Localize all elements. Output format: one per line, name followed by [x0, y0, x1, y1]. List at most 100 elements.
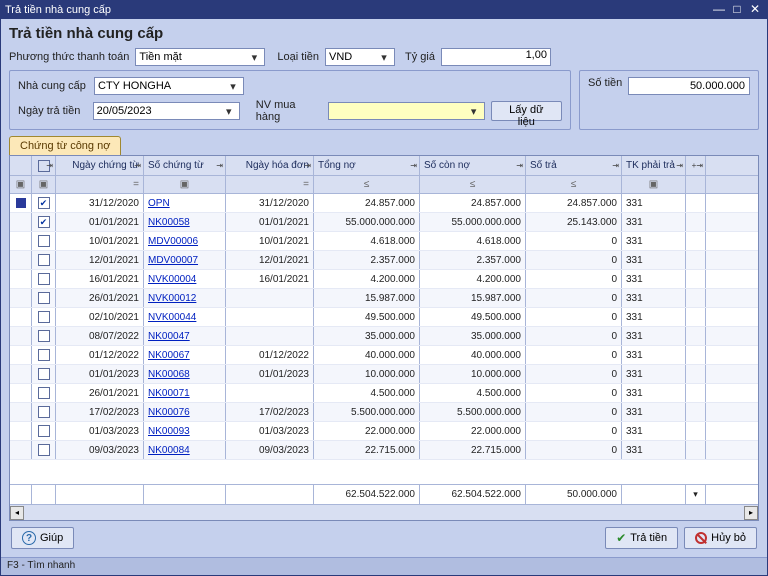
close-icon[interactable]: ✕	[747, 3, 763, 17]
table-row[interactable]: 17/02/2023NK0007617/02/20235.500.000.000…	[10, 403, 758, 422]
cell-doc-no[interactable]: NVK00012	[144, 289, 226, 307]
row-checkbox[interactable]	[38, 387, 50, 399]
cell-doc-no[interactable]: NK00076	[144, 403, 226, 421]
filter-op[interactable]: ▣	[32, 176, 56, 193]
row-checkbox[interactable]	[38, 235, 50, 247]
scroll-right-icon[interactable]: ▸	[744, 506, 758, 520]
row-checkbox[interactable]	[38, 273, 50, 285]
scroll-left-icon[interactable]: ◂	[10, 506, 24, 520]
row-checkbox[interactable]	[38, 292, 50, 304]
cell-doc-date: 10/01/2021	[56, 232, 144, 250]
filter-op[interactable]: ▣	[144, 176, 226, 193]
cell-pay: 0	[526, 365, 622, 383]
totals-row: 62.504.522.000 62.504.522.000 50.000.000…	[10, 484, 758, 504]
col-total-debt[interactable]: Tổng nợ⇥	[314, 156, 420, 175]
cell-pay: 0	[526, 270, 622, 288]
cell-doc-no[interactable]: NK00058	[144, 213, 226, 231]
rate-input[interactable]: 1,00	[441, 48, 551, 66]
table-row[interactable]: 12/01/2021MDV0000712/01/20212.357.0002.3…	[10, 251, 758, 270]
app-window: Trả tiền nhà cung cấp — □ ✕ Trả tiền nhà…	[0, 0, 768, 576]
cell-doc-no[interactable]: NK00084	[144, 441, 226, 459]
purchaser-select[interactable]: ▾	[328, 102, 485, 120]
row-selector-icon	[16, 198, 26, 208]
row-checkbox[interactable]	[38, 368, 50, 380]
help-icon: ?	[22, 531, 36, 545]
cell-remain-debt: 4.500.000	[420, 384, 526, 402]
row-checkbox[interactable]	[38, 254, 50, 266]
row-checkbox[interactable]	[38, 349, 50, 361]
cancel-label: Hủy bỏ	[711, 532, 746, 544]
row-checkbox[interactable]	[38, 425, 50, 437]
row-checkbox[interactable]	[38, 444, 50, 456]
cell-doc-no[interactable]: NK00093	[144, 422, 226, 440]
chevron-down-icon[interactable]: ▾	[693, 489, 698, 500]
col-invoice-date[interactable]: Ngày hóa đơn⇥	[226, 156, 314, 175]
table-row[interactable]: 01/01/2023NK0006801/01/202310.000.00010.…	[10, 365, 758, 384]
table-row[interactable]: ✔31/12/2020OPN31/12/202024.857.00024.857…	[10, 194, 758, 213]
pay-button[interactable]: ✔ Trả tiền	[605, 527, 678, 549]
cell-pay: 0	[526, 422, 622, 440]
filter-op[interactable]: =	[56, 176, 144, 193]
supplier-select[interactable]: CTY HONGHA ▾	[94, 77, 244, 95]
filter-op[interactable]: ≤	[420, 176, 526, 193]
cell-doc-no[interactable]: OPN	[144, 194, 226, 212]
cell-doc-no[interactable]: MDV00006	[144, 232, 226, 250]
table-row[interactable]: 08/07/2022NK0004735.000.00035.000.000033…	[10, 327, 758, 346]
col-remain-debt[interactable]: Số còn nợ⇥	[420, 156, 526, 175]
payment-method-select[interactable]: Tiền mặt ▾	[135, 48, 265, 66]
filter-op[interactable]: =	[226, 176, 314, 193]
cell-doc-no[interactable]: NVK00044	[144, 308, 226, 326]
row-checkbox[interactable]: ✔	[38, 197, 50, 209]
cell-doc-no[interactable]: NVK00004	[144, 270, 226, 288]
currency-select[interactable]: VND ▾	[325, 48, 395, 66]
cell-doc-no[interactable]: MDV00007	[144, 251, 226, 269]
total-remain: 62.504.522.000	[420, 485, 526, 504]
col-account[interactable]: TK phải trả⇥	[622, 156, 686, 175]
filter-op[interactable]: ▣	[10, 176, 32, 193]
table-row[interactable]: ✔01/01/2021NK0005801/01/202155.000.000.0…	[10, 213, 758, 232]
cell-pay: 0	[526, 251, 622, 269]
minimize-icon[interactable]: —	[711, 3, 727, 17]
maximize-icon[interactable]: □	[729, 3, 745, 17]
cell-invoice-date: 01/01/2021	[226, 213, 314, 231]
col-checkbox[interactable]: ⇥	[32, 156, 56, 175]
help-button[interactable]: ? Giúp	[11, 527, 74, 549]
row-checkbox[interactable]	[38, 406, 50, 418]
amount-input[interactable]: 50.000.000	[628, 77, 750, 95]
cell-doc-date: 01/03/2023	[56, 422, 144, 440]
col-doc-date[interactable]: Ngày chứng từ⇥	[56, 156, 144, 175]
cell-remain-debt: 40.000.000	[420, 346, 526, 364]
table-row[interactable]: 02/10/2021NVK0004449.500.00049.500.00003…	[10, 308, 758, 327]
table-row[interactable]: 01/03/2023NK0009301/03/202322.000.00022.…	[10, 422, 758, 441]
cell-doc-no[interactable]: NK00071	[144, 384, 226, 402]
pay-date-input[interactable]: 20/05/2023 ▾	[93, 102, 240, 120]
table-row[interactable]: 26/01/2021NVK0001215.987.00015.987.00003…	[10, 289, 758, 308]
filter-op[interactable]: ▣	[622, 176, 686, 193]
tab-debt-docs[interactable]: Chứng từ công nợ	[9, 136, 121, 155]
cell-account: 331	[622, 194, 686, 212]
filter-op[interactable]: ≤	[314, 176, 420, 193]
table-row[interactable]: 16/01/2021NVK0000416/01/20214.200.0004.2…	[10, 270, 758, 289]
table-row[interactable]: 26/01/2021NK000714.500.0004.500.0000331	[10, 384, 758, 403]
cell-doc-no[interactable]: NK00047	[144, 327, 226, 345]
cancel-button[interactable]: Hủy bỏ	[684, 527, 757, 549]
cell-doc-date: 09/03/2023	[56, 441, 144, 459]
filter-op[interactable]: ≤	[526, 176, 622, 193]
col-extra[interactable]: +⇥	[686, 156, 706, 175]
horizontal-scrollbar[interactable]: ◂ ▸	[10, 504, 758, 520]
filter-row[interactable]: ▣ ▣ = ▣ = ≤ ≤ ≤ ▣	[10, 176, 758, 194]
fetch-button[interactable]: Lấy dữ liệu	[491, 101, 562, 121]
table-row[interactable]: 01/12/2022NK0006701/12/202240.000.00040.…	[10, 346, 758, 365]
row-checkbox[interactable]	[38, 311, 50, 323]
amount-label: Số tiền	[588, 77, 622, 89]
col-doc-no[interactable]: Số chứng từ⇥	[144, 156, 226, 175]
table-row[interactable]: 10/01/2021MDV0000610/01/20214.618.0004.6…	[10, 232, 758, 251]
row-checkbox[interactable]	[38, 330, 50, 342]
cell-doc-no[interactable]: NK00067	[144, 346, 226, 364]
cell-remain-debt: 22.000.000	[420, 422, 526, 440]
table-row[interactable]: 09/03/2023NK0008409/03/202322.715.00022.…	[10, 441, 758, 460]
row-checkbox[interactable]: ✔	[38, 216, 50, 228]
col-rowselector[interactable]	[10, 156, 32, 175]
cell-doc-no[interactable]: NK00068	[144, 365, 226, 383]
col-pay[interactable]: Số trả⇥	[526, 156, 622, 175]
